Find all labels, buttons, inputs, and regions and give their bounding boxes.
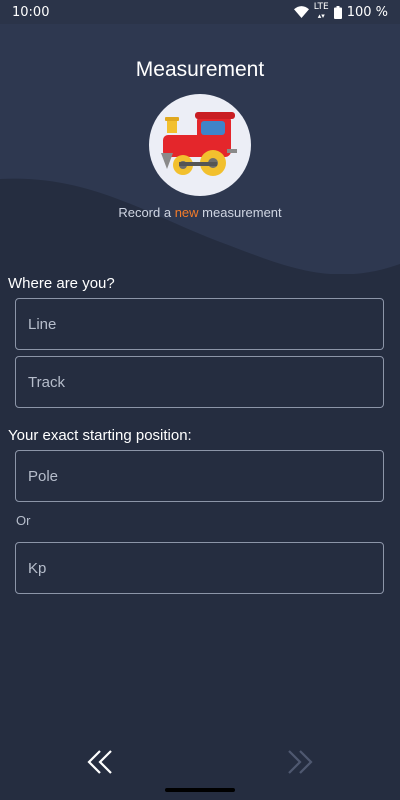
subtitle: Record a new measurement bbox=[0, 205, 400, 220]
status-icons: LTE ▴▾ 100 % bbox=[293, 3, 388, 21]
wifi-icon bbox=[293, 6, 309, 18]
or-separator: Or bbox=[16, 513, 31, 528]
kp-input[interactable] bbox=[28, 559, 383, 577]
location-section-label: Where are you? bbox=[8, 275, 115, 292]
page-title: Measurement bbox=[135, 58, 265, 81]
line-input[interactable] bbox=[28, 315, 383, 333]
status-bar: 10:00 LTE ▴▾ 100 % bbox=[0, 0, 400, 24]
avatar bbox=[149, 94, 251, 196]
line-field[interactable] bbox=[15, 298, 384, 350]
back-button[interactable] bbox=[80, 742, 120, 782]
home-indicator[interactable] bbox=[165, 788, 235, 792]
double-chevron-left-icon bbox=[87, 750, 112, 774]
subtitle-suffix: measurement bbox=[198, 205, 282, 220]
subtitle-prefix: Record a bbox=[118, 205, 175, 220]
kp-field[interactable] bbox=[15, 542, 384, 594]
battery-icon bbox=[333, 5, 342, 19]
track-input[interactable] bbox=[28, 373, 383, 391]
track-field[interactable] bbox=[15, 356, 384, 408]
status-time: 10:00 bbox=[12, 4, 50, 20]
network-label: LTE bbox=[313, 2, 329, 12]
position-section-label: Your exact starting position: bbox=[8, 427, 192, 444]
train-icon bbox=[161, 112, 237, 176]
signal-arrows-icon: ▴▾ bbox=[317, 12, 325, 20]
battery-level: 100 % bbox=[346, 4, 388, 20]
subtitle-highlight: new bbox=[174, 205, 199, 220]
double-chevron-right-icon bbox=[288, 750, 313, 774]
pole-input[interactable] bbox=[28, 467, 383, 485]
next-button[interactable] bbox=[280, 742, 320, 782]
pole-field[interactable] bbox=[15, 450, 384, 502]
lte-indicator: LTE ▴▾ bbox=[314, 3, 329, 21]
